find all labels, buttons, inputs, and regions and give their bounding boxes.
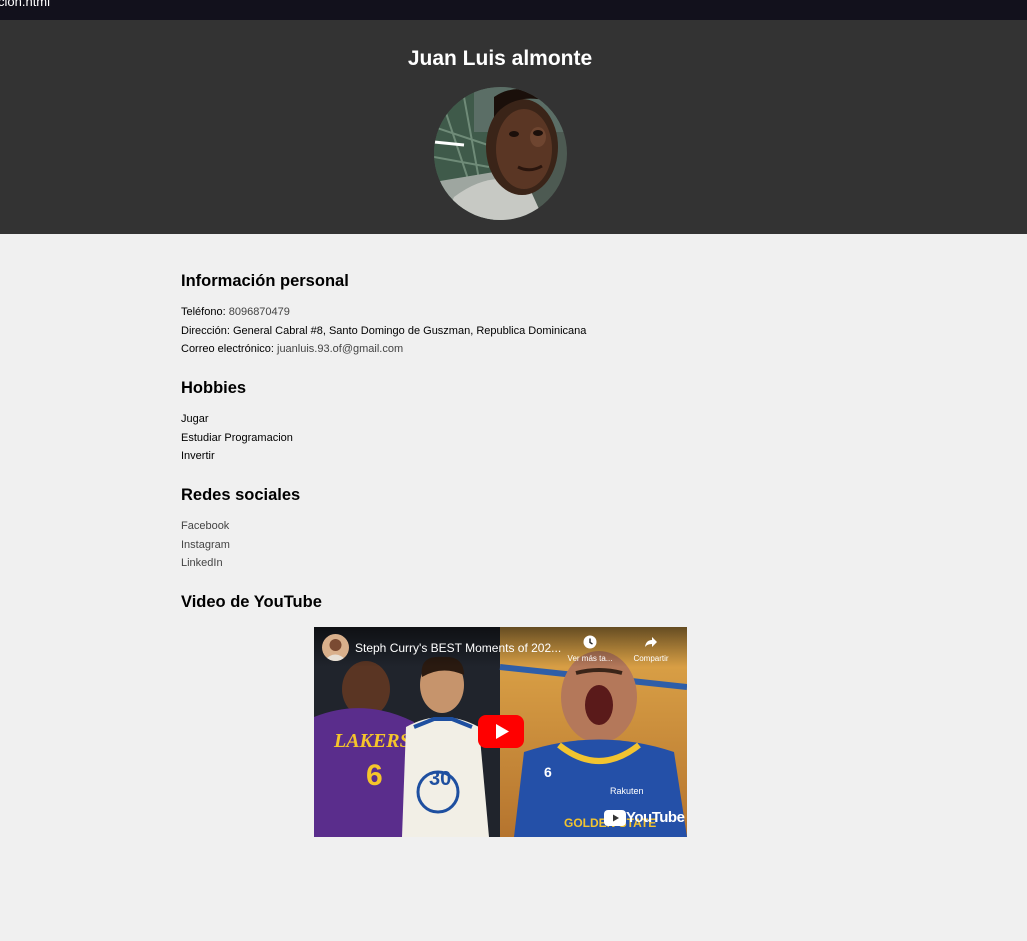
hobbies-heading: Hobbies — [181, 379, 247, 397]
video-title[interactable]: Steph Curry's BEST Moments of 202... — [355, 641, 561, 655]
personal-info-section: Información personal Teléfono: 809687047… — [181, 272, 586, 359]
address-value: General Cabral #8, Santo Domingo de Gusz… — [232, 324, 587, 337]
svg-text:30: 30 — [429, 768, 451, 790]
personal-info-heading: Información personal — [181, 272, 349, 290]
browser-tab-bar: cion.html — [0, 0, 1027, 20]
hobby-item: Invertir — [181, 450, 215, 462]
facebook-link[interactable]: Facebook — [181, 517, 300, 536]
phone-label: Teléfono: — [181, 306, 226, 318]
youtube-logo-text: YouTube — [626, 809, 685, 826]
clock-icon — [583, 635, 597, 649]
profile-name: Juan Luis almonte — [407, 47, 593, 70]
social-heading: Redes sociales — [181, 486, 301, 504]
phone-line: Teléfono: 8096870479 — [181, 303, 586, 322]
hobbies-section: Hobbies Jugar Estudiar Programacion Inve… — [181, 379, 293, 466]
share-icon — [645, 637, 657, 647]
address-label: Dirección: — [181, 324, 230, 337]
email-label: Correo electrónico: — [181, 343, 274, 355]
youtube-logo-icon — [604, 809, 626, 826]
watch-later-button[interactable]: Ver más ta... — [560, 635, 620, 663]
share-button[interactable]: Compartir — [621, 635, 681, 663]
address-line: Dirección: General Cabral #8, Santo Domi… — [181, 322, 586, 341]
channel-avatar[interactable] — [322, 634, 349, 661]
browser-tab-title[interactable]: cion.html — [0, 0, 50, 9]
youtube-embed[interactable]: LAKERS 6 30 6 Rakuten GOLDEN STATE Steph… — [314, 627, 687, 837]
social-section: Redes sociales Facebook Instagram Linked… — [181, 486, 300, 573]
youtube-logo[interactable]: YouTube — [604, 809, 685, 826]
email-line: Correo electrónico: juanluis.93.of@gmail… — [181, 340, 586, 359]
hobby-item: Estudiar Programacion — [181, 431, 293, 444]
video-heading: Video de YouTube — [181, 593, 322, 611]
play-button-icon[interactable] — [478, 715, 524, 748]
instagram-link[interactable]: Instagram — [181, 536, 300, 555]
email-value[interactable]: juanluis.93.of@gmail.com — [277, 343, 403, 355]
share-label: Compartir — [633, 654, 669, 663]
profile-header: Juan Luis almonte — [0, 20, 1027, 234]
svg-text:Rakuten: Rakuten — [610, 786, 644, 796]
svg-text:6: 6 — [544, 764, 552, 780]
watch-later-label: Ver más ta... — [567, 654, 613, 663]
profile-avatar — [434, 87, 567, 220]
svg-text:6: 6 — [366, 759, 383, 792]
video-section: Video de YouTube LAKERS 6 30 6 Rakuten G… — [181, 593, 861, 837]
phone-value[interactable]: 8096870479 — [229, 306, 290, 318]
hobby-item: Jugar — [181, 413, 209, 425]
linkedin-link[interactable]: LinkedIn — [181, 554, 300, 573]
svg-text:LAKERS: LAKERS — [333, 730, 411, 752]
